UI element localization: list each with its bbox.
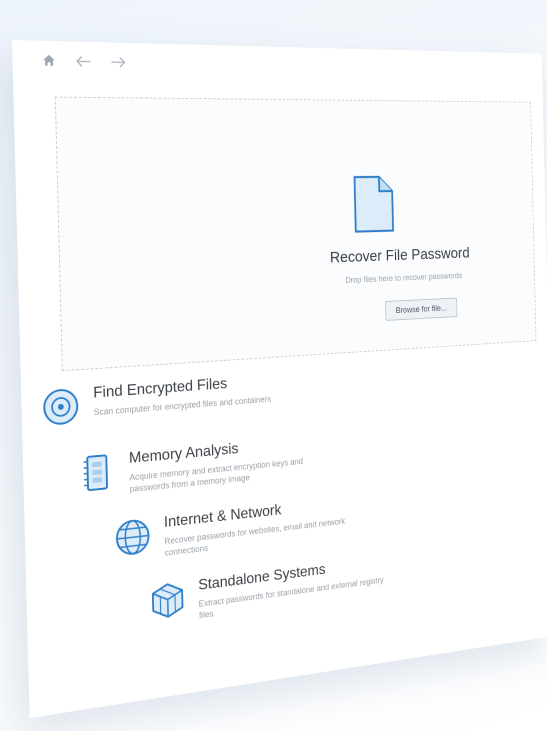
document-icon	[353, 175, 395, 234]
arrow-left-icon[interactable]	[75, 54, 93, 72]
feature-find-encrypted-files[interactable]: Find Encrypted Files Scan computer for e…	[41, 371, 292, 428]
file-drop-zone[interactable]: Recover File Password Drop files here to…	[54, 96, 537, 372]
drop-zone-subtitle: Drop files here to recover passwords	[345, 270, 463, 285]
arrow-right-icon[interactable]	[109, 55, 126, 73]
drop-zone-title: Recover File Password	[329, 244, 470, 267]
feature-memory-analysis[interactable]: Memory Analysis Acquire memory and extra…	[78, 434, 325, 500]
navigation-bar	[12, 40, 543, 92]
browse-file-button[interactable]: Browse for file...	[385, 297, 457, 321]
globe-icon	[114, 516, 152, 559]
feature-standalone-systems[interactable]: Standalone Systems Extract passwords for…	[149, 554, 386, 628]
memory-chip-icon	[78, 452, 117, 495]
feature-internet-network[interactable]: Internet & Network Recover passwords for…	[114, 494, 356, 564]
app-window: Recover File Password Drop files here to…	[12, 40, 547, 719]
home-icon[interactable]	[40, 54, 58, 72]
scene: Recover File Password Drop files here to…	[0, 0, 547, 731]
cubes-icon	[149, 579, 187, 622]
disc-icon	[41, 386, 81, 428]
